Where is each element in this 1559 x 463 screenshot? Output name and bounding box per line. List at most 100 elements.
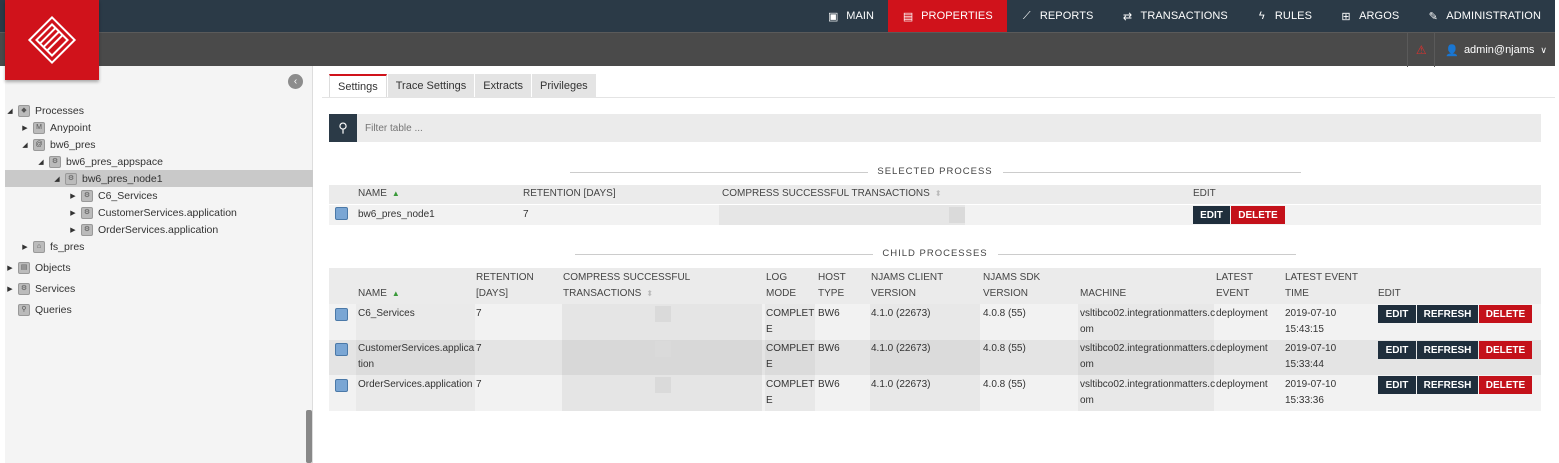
- nav-transactions[interactable]: ⇄ TRANSACTIONS: [1108, 0, 1242, 32]
- main-nav: ▣ MAIN ▤ PROPERTIES ⟋ REPORTS ⇄ TRANSACTIONS…: [813, 0, 1555, 32]
- refresh-button[interactable]: REFRESH: [1417, 376, 1478, 394]
- app-logo[interactable]: [5, 0, 99, 80]
- wrench-icon: ✎: [1428, 10, 1438, 23]
- col-name[interactable]: NAME ▲: [358, 186, 400, 202]
- tree-item-queries[interactable]: ⚲ Queries: [15, 301, 72, 318]
- col-log-mode[interactable]: LOG MODE: [766, 270, 796, 302]
- tree-item-objects[interactable]: ▶ ▤ Objects: [5, 259, 71, 276]
- col-child-retention[interactable]: RETENTION [DAYS]: [476, 270, 534, 302]
- divider-line: [569, 172, 868, 173]
- application-icon: [335, 343, 348, 356]
- refresh-button[interactable]: REFRESH: [1417, 341, 1478, 359]
- edit-button[interactable]: EDIT: [1378, 305, 1416, 323]
- properties-icon: ▤: [902, 10, 914, 23]
- compress-checkbox[interactable]: [655, 377, 671, 393]
- tree-item-fs-pres[interactable]: ▶ ⌂ fs_pres: [20, 238, 84, 255]
- tree-item-node1[interactable]: ◢ ⚙ bw6_pres_node1: [5, 170, 313, 187]
- filter-input[interactable]: [357, 114, 1541, 142]
- compress-checkbox[interactable]: [655, 341, 671, 357]
- child-retention: 7: [476, 308, 482, 319]
- tree-item-appspace[interactable]: ◢ ⚙ bw6_pres_appspace: [36, 153, 163, 170]
- tab-settings[interactable]: Settings: [329, 74, 387, 98]
- search-icon[interactable]: ⚲: [329, 114, 357, 142]
- col-child-name[interactable]: NAME ▲: [358, 286, 400, 302]
- col-latest-event[interactable]: LATEST EVENT: [1216, 270, 1253, 302]
- sub-bar: ⚠ 👤 admin@njams ∨: [0, 32, 1555, 67]
- user-area: ⚠ 👤 admin@njams ∨: [1407, 33, 1555, 67]
- edit-button[interactable]: EDIT: [1193, 206, 1230, 224]
- compress-checkbox[interactable]: [655, 306, 671, 322]
- child-retention: 7: [476, 379, 482, 390]
- nav-main[interactable]: ▣ MAIN: [813, 0, 888, 32]
- child-log-mode: COMPLET E: [766, 343, 815, 370]
- caret-right-icon: ▶: [7, 264, 13, 272]
- child-client-version: 4.1.0 (22673): [871, 308, 931, 319]
- home-icon: ⌂: [33, 240, 45, 253]
- tree-scrollbar[interactable]: [306, 410, 312, 463]
- col-sdk-version[interactable]: NJAMS SDK VERSION: [983, 270, 1040, 302]
- child-name: CustomerServices.applica tion: [358, 343, 475, 370]
- nav-argos[interactable]: ⊞ ARGOS: [1326, 0, 1413, 32]
- collapse-panel-icon[interactable]: ‹: [288, 74, 303, 89]
- col-client-version[interactable]: NJAMS CLIENT VERSION: [871, 270, 943, 302]
- caret-down-icon: ◢: [54, 175, 60, 183]
- child-log-mode: COMPLET E: [766, 379, 815, 406]
- tab-extracts[interactable]: Extracts: [475, 74, 531, 98]
- edit-button[interactable]: EDIT: [1378, 341, 1416, 359]
- queries-search-icon: ⚲: [18, 303, 30, 316]
- caret-right-icon: ▶: [22, 124, 28, 132]
- tree-item-anypoint[interactable]: ▶ M Anypoint: [20, 119, 91, 136]
- caret-right-icon: ▶: [7, 285, 13, 293]
- col-child-compress[interactable]: COMPRESS SUCCESSFUL TRANSACTIONS ⬍: [563, 270, 690, 302]
- col-host-type[interactable]: HOST TYPE: [818, 270, 846, 302]
- tree-item-services[interactable]: ▶ ⚙ Services: [5, 280, 75, 297]
- selected-process-title: SELECTED PROCESS: [329, 166, 1541, 178]
- child-latest-event: deployment: [1216, 379, 1268, 390]
- tab-privileges[interactable]: Privileges: [532, 74, 596, 98]
- col-retention[interactable]: RETENTION [DAYS]: [523, 186, 616, 202]
- tab-trace-settings[interactable]: Trace Settings: [387, 74, 475, 98]
- col-child-edit: EDIT: [1378, 288, 1401, 299]
- nav-rules[interactable]: ϟ RULES: [1242, 0, 1326, 32]
- nav-properties[interactable]: ▤ PROPERTIES: [888, 0, 1007, 32]
- process-node-icon: [335, 207, 348, 220]
- tree-item-processes[interactable]: ◢ ◆ Processes: [5, 102, 84, 119]
- child-sdk-version: 4.0.8 (55): [983, 379, 1026, 390]
- child-machine: vsltibco02.integrationmatters.c om: [1080, 308, 1216, 335]
- divider-line: [1002, 172, 1301, 173]
- user-menu[interactable]: 👤 admin@njams ∨: [1435, 44, 1555, 57]
- delete-button[interactable]: DELETE: [1479, 305, 1532, 323]
- refresh-button[interactable]: REFRESH: [1417, 305, 1478, 323]
- services-gear-icon: ⚙: [18, 282, 30, 295]
- nav-administration[interactable]: ✎ ADMINISTRATION: [1413, 0, 1555, 32]
- application-icon: [335, 308, 348, 321]
- properties-tabs: Settings Trace Settings Extracts Privile…: [329, 74, 597, 98]
- divider-line: [574, 254, 873, 255]
- child-host-type: BW6: [818, 343, 840, 354]
- sort-asc-icon: ▲: [391, 289, 400, 298]
- caret-right-icon: ▶: [22, 243, 28, 251]
- sort-icon: ⬍: [934, 189, 942, 198]
- edit-button[interactable]: EDIT: [1378, 376, 1416, 394]
- delete-button[interactable]: DELETE: [1231, 206, 1285, 224]
- child-machine: vsltibco02.integrationmatters.c om: [1080, 343, 1216, 370]
- delete-button[interactable]: DELETE: [1479, 376, 1532, 394]
- warning-icon[interactable]: ⚠: [1407, 33, 1436, 67]
- application-icon: ⚙: [81, 206, 93, 219]
- application-icon: ⚙: [81, 189, 93, 202]
- nav-reports[interactable]: ⟋ REPORTS: [1007, 0, 1108, 32]
- delete-button[interactable]: DELETE: [1479, 341, 1532, 359]
- tree-item-bw6-pres[interactable]: ◢ @ bw6_pres: [20, 136, 96, 153]
- child-client-version: 4.1.0 (22673): [871, 343, 931, 354]
- tree-item-order-services[interactable]: ▶ ⚙ OrderServices.application: [68, 221, 218, 238]
- tree-item-c6-services[interactable]: ▶ ⚙ C6_Services: [68, 187, 158, 204]
- tab-divider: [322, 97, 1555, 98]
- col-latest-event-time[interactable]: LATEST EVENT TIME: [1285, 270, 1358, 302]
- compress-checkbox[interactable]: [949, 207, 965, 223]
- col-machine[interactable]: MACHINE: [1080, 286, 1126, 302]
- argos-icon: ⊞: [1341, 10, 1351, 23]
- tree-item-customer-services[interactable]: ▶ ⚙ CustomerServices.application: [68, 204, 237, 221]
- child-client-version: 4.1.0 (22673): [871, 379, 931, 390]
- main-icon: ▣: [827, 10, 839, 23]
- col-compress[interactable]: COMPRESS SUCCESSFUL TRANSACTIONS ⬍: [722, 186, 942, 202]
